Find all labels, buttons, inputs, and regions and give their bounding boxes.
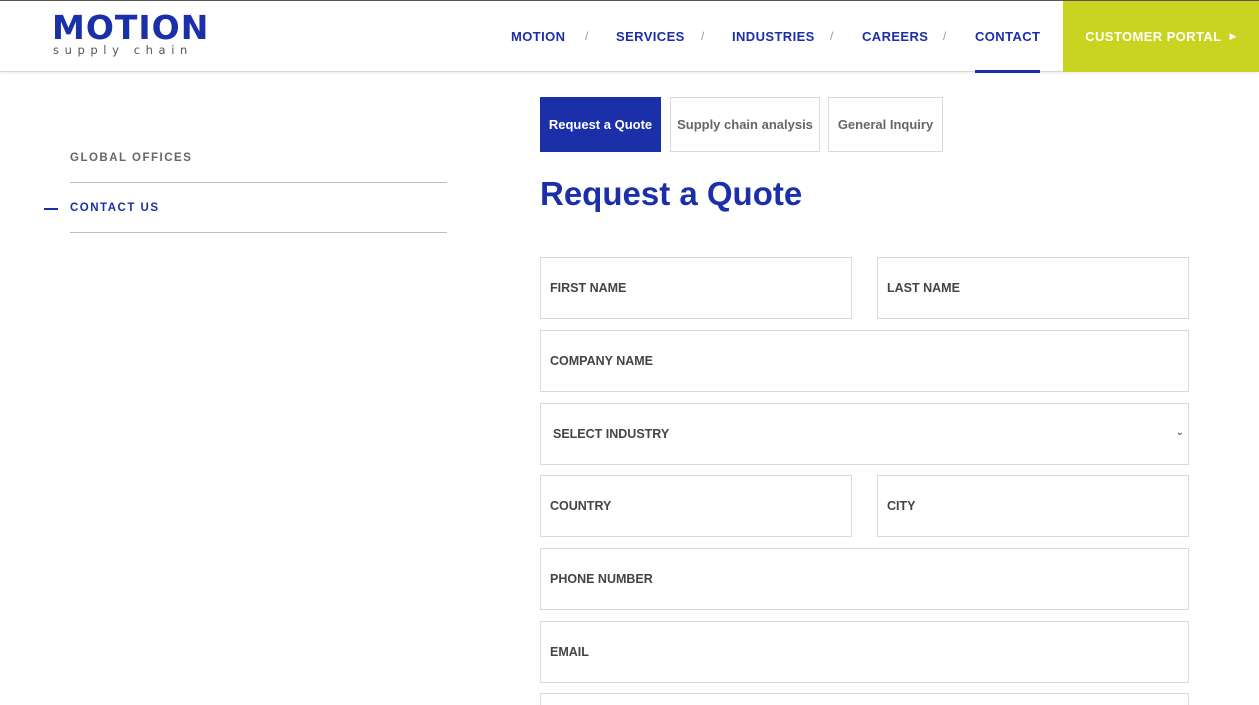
nav-separator: / xyxy=(943,29,947,43)
company-name-input[interactable] xyxy=(541,331,1188,391)
email-field xyxy=(540,621,1189,683)
active-indicator xyxy=(44,208,58,210)
country-input[interactable] xyxy=(541,476,851,536)
nav-industries[interactable]: INDUSTRIES xyxy=(732,1,815,72)
motion-logo[interactable]: MOTION supply chain xyxy=(52,11,208,61)
last-name-field xyxy=(877,257,1189,319)
page-title: Request a Quote xyxy=(540,175,803,212)
nav-careers[interactable]: CAREERS xyxy=(862,1,928,72)
logo-wordmark: MOTION xyxy=(52,8,210,47)
nav-services[interactable]: SERVICES xyxy=(616,1,685,72)
tab-request-quote[interactable]: Request a Quote xyxy=(540,97,661,152)
caret-right-icon: ▶ xyxy=(1229,31,1237,41)
sidebar-item-contact-us[interactable]: CONTACT US xyxy=(70,183,447,233)
email-input[interactable] xyxy=(541,622,1188,682)
industry-field: SELECT INDUSTRY ⌄ xyxy=(540,403,1189,465)
logo-tagline: supply chain xyxy=(53,43,193,57)
last-name-input[interactable] xyxy=(878,258,1188,318)
nav-separator: / xyxy=(830,29,834,43)
first-name-input[interactable] xyxy=(541,258,851,318)
customer-portal-button[interactable]: CUSTOMER PORTAL ▶ xyxy=(1063,1,1259,72)
city-input[interactable] xyxy=(878,476,1188,536)
site-header: MOTION supply chain MOTION / SERVICES / … xyxy=(0,0,1259,73)
nav-contact[interactable]: CONTACT xyxy=(975,1,1041,73)
nav-separator: / xyxy=(701,29,705,43)
city-field xyxy=(877,475,1189,537)
nav-motion[interactable]: MOTION xyxy=(511,1,565,72)
customer-portal-label: CUSTOMER PORTAL xyxy=(1085,29,1222,44)
nav-separator: / xyxy=(585,29,589,43)
company-name-field xyxy=(540,330,1189,392)
phone-number-input[interactable] xyxy=(541,549,1188,609)
sidebar-item-global-offices[interactable]: GLOBAL OFFICES xyxy=(70,133,447,183)
tab-supply-chain-analysis[interactable]: Supply chain analysis xyxy=(670,97,820,152)
tab-general-inquiry[interactable]: General Inquiry xyxy=(828,97,943,152)
first-name-field xyxy=(540,257,852,319)
country-field xyxy=(540,475,852,537)
industry-select[interactable]: SELECT INDUSTRY xyxy=(541,404,1188,464)
next-field-partial[interactable] xyxy=(540,693,1189,705)
phone-number-field xyxy=(540,548,1189,610)
